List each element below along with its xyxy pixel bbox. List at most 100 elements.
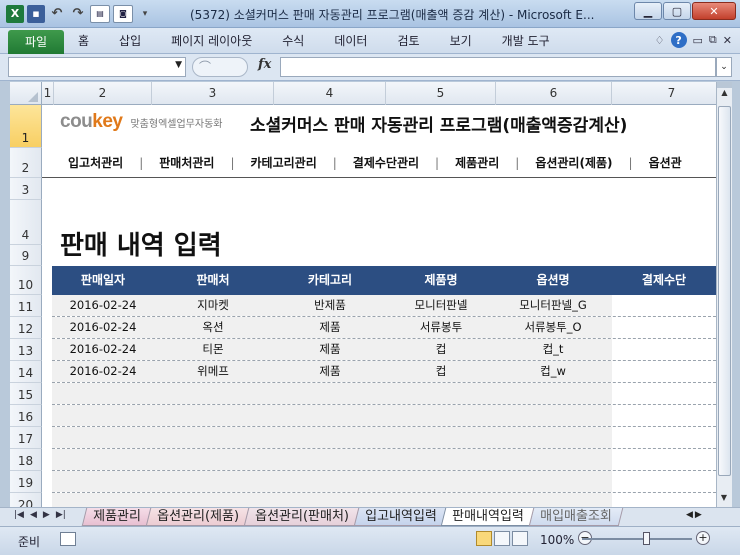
empty-cell[interactable] bbox=[52, 471, 154, 492]
chevron-down-icon[interactable]: ▼ bbox=[175, 60, 182, 70]
column-header[interactable]: 1 bbox=[42, 82, 54, 105]
excel-icon[interactable]: X bbox=[6, 4, 24, 23]
cell-option[interactable]: 컵_t bbox=[494, 339, 612, 360]
help-icon[interactable]: ? bbox=[670, 32, 687, 48]
row-header[interactable]: 15 bbox=[10, 383, 42, 405]
sheet-tab-option-seller[interactable]: 옵션관리(판매처) bbox=[243, 508, 360, 526]
cell-payment[interactable] bbox=[612, 361, 716, 382]
form-icon[interactable]: ▤ bbox=[90, 4, 110, 23]
scroll-up-icon[interactable]: ▲ bbox=[717, 88, 732, 102]
empty-cell[interactable] bbox=[154, 383, 272, 404]
row-header[interactable]: 11 bbox=[10, 295, 42, 317]
cell-category[interactable]: 제품 bbox=[272, 339, 388, 360]
empty-cell[interactable] bbox=[612, 449, 716, 470]
page-layout-view-icon[interactable] bbox=[494, 531, 510, 546]
normal-view-icon[interactable] bbox=[476, 531, 492, 546]
sheet-tab-option-product[interactable]: 옵션관리(제품) bbox=[145, 508, 250, 526]
cell-category[interactable]: 제품 bbox=[272, 317, 388, 338]
first-sheet-icon[interactable]: |◀ bbox=[14, 510, 24, 520]
column-header[interactable]: 6 bbox=[496, 82, 612, 105]
ribbon-restore-icon[interactable]: ⧉ bbox=[709, 33, 717, 47]
cell-seller[interactable]: 옥션 bbox=[154, 317, 272, 338]
expand-formula-bar-icon[interactable]: ⌄ bbox=[716, 57, 732, 77]
sheet-tab-sales-active[interactable]: 판매내역입력 bbox=[441, 508, 536, 526]
tab-developer[interactable]: 개발 도구 bbox=[502, 32, 550, 49]
close-button[interactable]: ✕ bbox=[692, 2, 736, 20]
empty-cell[interactable] bbox=[52, 449, 154, 470]
cell-seller[interactable]: 지마켓 bbox=[154, 295, 272, 316]
zoom-level[interactable]: 100% bbox=[540, 533, 574, 547]
cell-product[interactable]: 컵 bbox=[388, 361, 494, 382]
sheet-tab-product[interactable]: 제품관리 bbox=[81, 508, 153, 526]
next-sheet-icon[interactable]: ▶ bbox=[43, 510, 50, 520]
row-header[interactable]: 4 bbox=[10, 200, 42, 245]
sheet-tab-purchase-sales[interactable]: 매입매출조회 bbox=[528, 508, 624, 526]
row-header[interactable]: 18 bbox=[10, 449, 42, 471]
empty-cell[interactable] bbox=[612, 471, 716, 492]
row-header[interactable]: 1 bbox=[10, 105, 42, 148]
formula-input[interactable] bbox=[280, 57, 716, 77]
empty-cell[interactable] bbox=[494, 405, 612, 426]
cell-product[interactable]: 컵 bbox=[388, 339, 494, 360]
cell-date[interactable]: 2016-02-24 bbox=[52, 295, 154, 316]
empty-cell[interactable] bbox=[388, 405, 494, 426]
tab-file[interactable]: 파일 bbox=[8, 29, 64, 54]
scroll-thumb[interactable] bbox=[718, 106, 731, 476]
maximize-button[interactable]: ▢ bbox=[663, 2, 691, 20]
row-header[interactable]: 17 bbox=[10, 427, 42, 449]
tab-review[interactable]: 검토 bbox=[397, 32, 419, 49]
row-header[interactable]: 16 bbox=[10, 405, 42, 427]
empty-cell[interactable] bbox=[272, 471, 388, 492]
last-sheet-icon[interactable]: ▶| bbox=[56, 510, 66, 520]
cell-product[interactable]: 서류봉투 bbox=[388, 317, 494, 338]
empty-cell[interactable] bbox=[52, 493, 154, 507]
cell-option[interactable]: 모니터판넬_G bbox=[494, 295, 612, 316]
column-header[interactable]: 4 bbox=[274, 82, 386, 105]
zoom-slider-thumb[interactable] bbox=[643, 532, 650, 545]
tab-page-layout[interactable]: 페이지 레이아웃 bbox=[171, 32, 252, 49]
empty-cell[interactable] bbox=[612, 427, 716, 448]
empty-cell[interactable] bbox=[388, 427, 494, 448]
row-header[interactable]: 10 bbox=[10, 266, 42, 295]
empty-cell[interactable] bbox=[272, 493, 388, 507]
insert-function-icon[interactable]: fx bbox=[258, 57, 271, 72]
empty-cell[interactable] bbox=[612, 383, 716, 404]
scroll-down-icon[interactable]: ▼ bbox=[717, 493, 731, 507]
cell-category[interactable]: 반제품 bbox=[272, 295, 388, 316]
menu-supplier[interactable]: 입고처관리 bbox=[68, 154, 123, 171]
tab-home[interactable]: 홈 bbox=[78, 32, 89, 49]
menu-option-more[interactable]: 옵션관 bbox=[649, 154, 682, 171]
macro-record-icon[interactable] bbox=[60, 532, 76, 546]
empty-cell[interactable] bbox=[388, 493, 494, 507]
empty-cell[interactable] bbox=[494, 383, 612, 404]
row-header[interactable]: 2 bbox=[10, 148, 42, 178]
undo-icon[interactable]: ↶ bbox=[48, 5, 66, 23]
scroll-left-icon[interactable]: ◀ bbox=[686, 510, 693, 520]
column-header[interactable]: 7 bbox=[612, 82, 716, 105]
row-header[interactable]: 3 bbox=[10, 178, 42, 200]
menu-payment[interactable]: 결제수단관리 bbox=[353, 154, 419, 171]
empty-cell[interactable] bbox=[52, 427, 154, 448]
row-header[interactable]: 13 bbox=[10, 339, 42, 361]
zoom-slider[interactable] bbox=[582, 538, 692, 540]
save-icon[interactable]: ▪ bbox=[27, 4, 45, 23]
vertical-scrollbar[interactable]: ▲ ▼ bbox=[716, 82, 732, 507]
cell-seller[interactable]: 티몬 bbox=[154, 339, 272, 360]
customize-toolbar-icon[interactable]: ▾ bbox=[136, 5, 154, 23]
cell-payment[interactable] bbox=[612, 295, 716, 316]
cell-category[interactable]: 제품 bbox=[272, 361, 388, 382]
camera-icon[interactable]: ◙ bbox=[113, 4, 133, 23]
cell-payment[interactable] bbox=[612, 339, 716, 360]
empty-cell[interactable] bbox=[272, 405, 388, 426]
empty-cell[interactable] bbox=[154, 449, 272, 470]
empty-cell[interactable] bbox=[272, 383, 388, 404]
prev-sheet-icon[interactable]: ◀ bbox=[30, 510, 37, 520]
row-header[interactable]: 19 bbox=[10, 471, 42, 493]
cell-date[interactable]: 2016-02-24 bbox=[52, 339, 154, 360]
empty-cell[interactable] bbox=[272, 449, 388, 470]
empty-cell[interactable] bbox=[52, 405, 154, 426]
page-break-view-icon[interactable] bbox=[512, 531, 528, 546]
menu-product[interactable]: 제품관리 bbox=[455, 154, 499, 171]
empty-cell[interactable] bbox=[154, 471, 272, 492]
column-header[interactable]: 5 bbox=[386, 82, 496, 105]
